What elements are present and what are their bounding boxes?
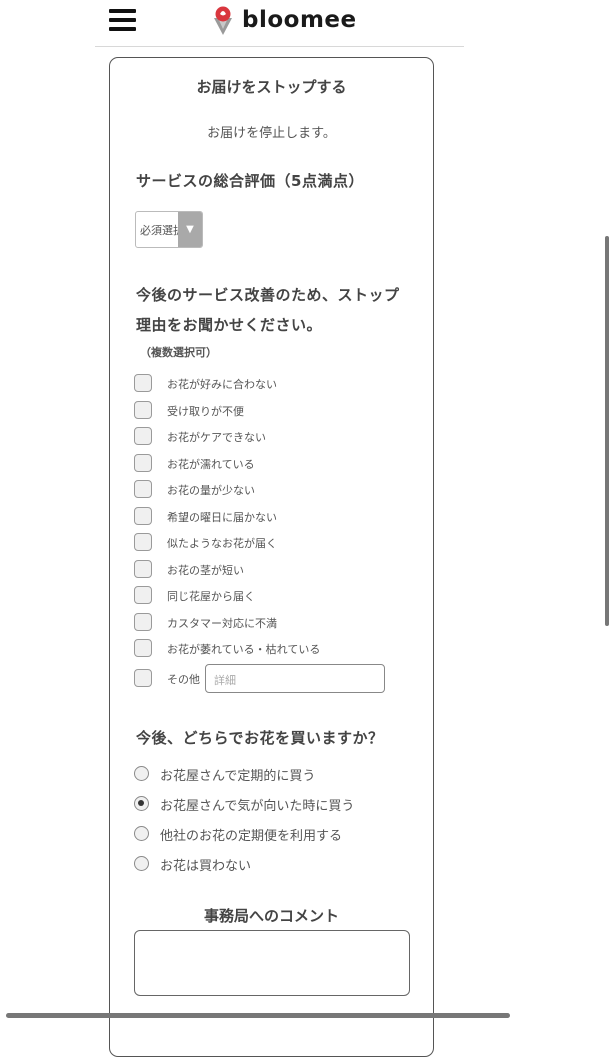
logo[interactable]: bloomee [212, 4, 357, 38]
purchase-heading: 今後、どちらでお花を買いますか？ [136, 729, 384, 747]
rating-select[interactable]: 必須選択 ▼ [135, 211, 203, 248]
reason-label: その他 [167, 673, 200, 686]
flower-pin-logo-icon [214, 6, 232, 35]
logo-text: bloomee [242, 7, 357, 33]
reason-label: お花の茎が短い [167, 563, 244, 577]
reasons-heading-line1: 今後のサービス改善のため、ストップ [136, 286, 400, 304]
other-detail-placeholder: 詳細 [214, 674, 236, 687]
reason-label: お花が萎れている・枯れている [167, 643, 321, 656]
comment-heading: 事務局へのコメント [203, 907, 339, 925]
reason-checkbox[interactable] [134, 506, 152, 525]
reason-label: 似たようなお花が届く [167, 537, 277, 550]
reason-checkbox[interactable] [134, 612, 152, 631]
reason-checkbox[interactable] [134, 639, 152, 657]
horizontal-scrollbar[interactable] [6, 1013, 510, 1018]
comment-textarea[interactable] [134, 930, 410, 996]
reason-label: お花が濡れている [167, 457, 255, 471]
reason-checkbox[interactable] [134, 480, 152, 498]
reason-label: 同じ花屋から届く [167, 590, 255, 603]
vertical-scrollbar[interactable] [605, 236, 609, 626]
reason-label: 受け取りが不便 [167, 404, 244, 418]
app-header: bloomee [95, 0, 464, 47]
reason-checkbox[interactable] [134, 453, 152, 472]
purchase-option-label: 他社のお花の定期便を利用する [160, 829, 343, 844]
reason-label: カスタマー対応に不満 [167, 616, 277, 630]
purchase-radio[interactable] [134, 826, 149, 841]
reason-checkbox[interactable] [134, 374, 152, 392]
reasons-heading-line2: 理由をお聞かせください。 [136, 316, 323, 334]
reasons-note: （複数選択可） [140, 346, 217, 359]
hamburger-menu-icon[interactable] [109, 9, 136, 32]
stop-delivery-form: お届けをストップする お届けを停止します。 サービスの総合評価（5点満点） 必須… [109, 57, 434, 1057]
rating-heading: サービスの総合評価（5点満点） [136, 172, 364, 190]
purchase-radio[interactable] [134, 766, 149, 781]
purchase-radio-selected[interactable] [134, 796, 149, 811]
purchase-option-label: お花は買わない [160, 859, 252, 874]
reason-checkbox[interactable] [134, 559, 152, 578]
dropdown-triangle-icon: ▼ [178, 212, 202, 247]
reason-label: お花が好みに合わない [167, 378, 277, 391]
menu-bar [109, 27, 136, 31]
purchase-option-label: お花屋さんで定期的に買う [160, 769, 316, 784]
reason-checkbox[interactable] [134, 586, 152, 604]
reason-label: 希望の曜日に届かない [167, 510, 277, 524]
reason-label: お花がケアできない [167, 431, 266, 444]
reason-checkbox[interactable] [134, 400, 152, 419]
other-detail-input[interactable]: 詳細 [205, 664, 385, 693]
purchase-radio[interactable] [134, 856, 149, 871]
form-subtitle: お届けを停止します。 [207, 126, 336, 141]
reason-label: お花の量が少ない [167, 484, 255, 497]
purchase-option-label: お花屋さんで気が向いた時に買う [160, 799, 355, 814]
menu-bar [109, 9, 136, 13]
reason-checkbox[interactable] [134, 669, 152, 687]
menu-bar [109, 18, 136, 22]
reason-checkbox[interactable] [134, 533, 152, 551]
reason-checkbox[interactable] [134, 427, 152, 445]
form-title: お届けをストップする [196, 78, 347, 96]
